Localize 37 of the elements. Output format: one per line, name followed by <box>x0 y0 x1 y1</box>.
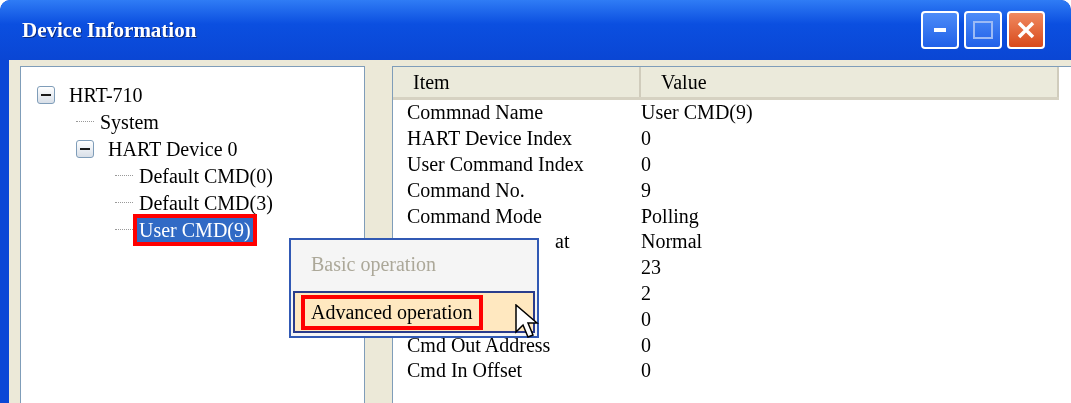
close-button[interactable] <box>1007 11 1045 49</box>
item-cell-text: HART Device Index <box>406 127 574 151</box>
column-header[interactable]: Value <box>641 67 1059 97</box>
item-cell-text: at <box>554 230 571 254</box>
minimize-button[interactable] <box>921 11 959 49</box>
value-cell: User CMD(9) <box>641 101 753 125</box>
menu-item[interactable]: Advanced operation <box>293 291 535 333</box>
item-cell-text: Cmd In Offset <box>406 359 524 383</box>
tree-item[interactable]: HRT-710 <box>67 82 145 107</box>
item-cell-text: Command No. <box>406 178 526 202</box>
tree-item[interactable]: Default CMD(3) <box>137 190 275 215</box>
value-cell: 2 <box>641 281 651 305</box>
value-cell: 23 <box>641 256 661 280</box>
item-cell-text: Command Mode <box>406 204 543 228</box>
value-cell: 0 <box>641 333 651 357</box>
item-cell-text: Cmd Out Address <box>406 333 552 357</box>
collapse-toggle[interactable] <box>76 139 94 158</box>
tree-item[interactable]: System <box>98 109 161 134</box>
collapse-toggle[interactable] <box>37 85 55 104</box>
value-cell: Normal <box>641 230 703 254</box>
value-cell: 0 <box>641 127 651 151</box>
column-header[interactable]: Item <box>393 67 641 97</box>
close-icon <box>1016 20 1036 40</box>
value-cell: 0 <box>641 307 651 331</box>
maximize-button[interactable] <box>964 11 1002 49</box>
item-cell-text: User Command Index <box>406 153 585 176</box>
value-cell: 9 <box>641 178 651 202</box>
menu-item-label: Basic operation <box>310 251 437 278</box>
item-cell-text: Commnad Name <box>406 101 545 125</box>
window-title: Device Information <box>22 17 197 43</box>
maximize-icon <box>973 21 993 39</box>
value-cell: 0 <box>641 359 651 383</box>
value-cell: Polling <box>641 204 699 228</box>
tree-item[interactable]: HART Device 0 <box>106 136 240 161</box>
minimize-icon <box>934 28 946 32</box>
value-cell: 0 <box>641 153 651 176</box>
tree-item[interactable]: Default CMD(0) <box>137 163 275 188</box>
